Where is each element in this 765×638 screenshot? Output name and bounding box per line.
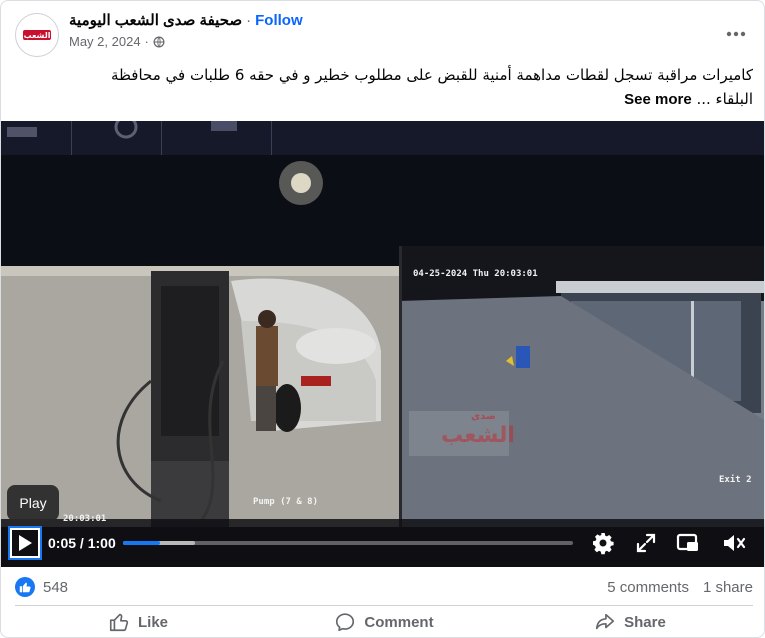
engagement-stats: 5 comments 1 share <box>607 579 753 596</box>
play-tooltip: Play <box>7 485 59 521</box>
video-player[interactable]: 04-25-2024 Thu 20:03:01 20:03:01 Pump (7… <box>1 121 764 567</box>
fullscreen-icon <box>636 533 656 553</box>
picture-in-picture-button[interactable] <box>675 530 701 556</box>
like-reaction-icon[interactable] <box>15 577 35 597</box>
settings-icon <box>593 533 614 555</box>
video-frame <box>1 121 764 567</box>
settings-button[interactable] <box>590 530 616 556</box>
time-display: 0:05 / 1:00 <box>48 535 116 551</box>
overlay-timestamp-right: 04-25-2024 Thu 20:03:01 <box>413 269 538 279</box>
header-text: صحيفة صدى الشعب اليومية · Follow May 2, 20… <box>69 11 669 49</box>
ellipsis-icon <box>726 31 746 37</box>
time-separator: / <box>76 535 88 551</box>
thumbs-up-icon <box>19 582 31 593</box>
volume-muted-icon <box>724 535 746 551</box>
title-row: صحيفة صدى الشعب اليومية · Follow <box>69 11 669 31</box>
post-actions: Like Comment Share <box>15 606 753 637</box>
duration: 1:00 <box>87 535 116 551</box>
like-count[interactable]: 548 <box>43 579 68 596</box>
globe-icon[interactable] <box>153 36 165 48</box>
volume-button[interactable] <box>721 530 747 556</box>
post-text-line-2-wrap: البلقاء ... See more <box>15 87 753 112</box>
page-name-link[interactable]: صحيفة صدى الشعب اليومية <box>69 12 242 29</box>
post-text-line-2: البلقاء ... <box>696 90 753 108</box>
page-avatar[interactable]: الشعب <box>15 13 59 57</box>
shares-count-link[interactable]: 1 share <box>703 579 753 596</box>
comment-icon <box>336 613 355 632</box>
play-button[interactable] <box>8 526 42 560</box>
fullscreen-button[interactable] <box>633 530 659 556</box>
comments-count-link[interactable]: 5 comments <box>607 579 689 596</box>
video-controls: 0:05 / 1:00 <box>1 521 764 567</box>
title-separator: · <box>246 12 252 29</box>
follow-button[interactable]: Follow <box>255 12 303 29</box>
watermark-logo: الشعب <box>441 423 515 448</box>
watermark-small: صدى <box>471 411 496 422</box>
post-message: كاميرات مراقبة تسجل لقطات مداهمة أمنية ل… <box>15 63 753 112</box>
post-text-line-1: كاميرات مراقبة تسجل لقطات مداهمة أمنية ل… <box>110 66 753 84</box>
reactions-row: 548 5 comments 1 share <box>15 575 753 601</box>
current-time: 0:05 <box>48 535 77 551</box>
progress-played <box>123 541 161 545</box>
progress-bar[interactable] <box>123 541 573 545</box>
share-label: Share <box>624 613 666 631</box>
play-icon <box>19 535 32 551</box>
post-card: الشعب صحيفة صدى الشعب اليومية · Follow May… <box>0 0 765 638</box>
like-button[interactable]: Like <box>15 606 261 637</box>
share-icon <box>596 613 615 630</box>
like-outline-icon <box>109 613 129 632</box>
post-meta: May 2, 2024 · <box>69 34 669 49</box>
picture-in-picture-icon <box>676 533 698 551</box>
comment-label: Comment <box>364 613 434 631</box>
share-button[interactable]: Share <box>507 606 753 637</box>
see-more-link[interactable]: See more <box>624 91 692 108</box>
newspaper-logo-icon: الشعب <box>23 30 51 40</box>
post-header: الشعب صحيفة صدى الشعب اليومية · Follow May… <box>15 9 755 59</box>
comment-button[interactable]: Comment <box>261 606 507 637</box>
more-options-button[interactable] <box>721 19 751 49</box>
overlay-pump-label: Pump (7 & 8) <box>253 497 319 507</box>
overlay-exit-label: Exit 2 <box>719 475 752 485</box>
date-separator: · <box>144 34 149 49</box>
like-label: Like <box>137 613 168 631</box>
post-date-link[interactable]: May 2, 2024 <box>69 34 141 49</box>
avatar-logo-text: الشعب <box>24 31 51 40</box>
